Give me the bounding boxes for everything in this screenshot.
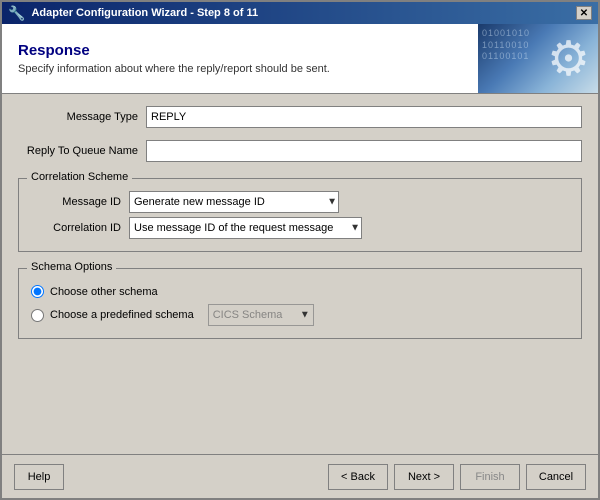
correlation-scheme-group: Correlation Scheme Message ID Generate n… xyxy=(18,178,582,252)
help-button[interactable]: Help xyxy=(14,464,64,490)
gear-icon: ⚙ xyxy=(547,31,590,87)
message-type-row: Message Type xyxy=(18,106,582,128)
correlation-id-label: Correlation ID xyxy=(31,222,121,234)
finish-button[interactable]: Finish xyxy=(460,464,520,490)
window-title: Adapter Configuration Wizard - Step 8 of… xyxy=(31,7,258,19)
message-id-label: Message ID xyxy=(31,196,121,208)
schema-dropdown[interactable]: CICS Schema IMS Schema Custom Schema xyxy=(208,304,314,326)
radio-row-2: Choose a predefined schema CICS Schema I… xyxy=(31,304,569,326)
header-area: Response Specify information about where… xyxy=(2,24,598,94)
page-title: Response xyxy=(18,42,462,59)
title-bar: 🔧 Adapter Configuration Wizard - Step 8 … xyxy=(2,2,598,24)
radio-row-1: Choose other schema xyxy=(31,285,569,298)
schema-options-group: Schema Options Choose other schema Choos… xyxy=(18,268,582,339)
message-id-row: Message ID Generate new message ID Use e… xyxy=(31,191,569,213)
schema-options-legend: Schema Options xyxy=(27,261,116,273)
correlation-id-dropdown[interactable]: Use message ID of the request message Us… xyxy=(129,217,362,239)
reply-queue-row: Reply To Queue Name xyxy=(18,140,582,162)
close-button[interactable]: ✕ xyxy=(576,6,592,20)
correlation-id-row: Correlation ID Use message ID of the req… xyxy=(31,217,569,239)
cancel-button[interactable]: Cancel xyxy=(526,464,586,490)
reply-queue-label: Reply To Queue Name xyxy=(18,145,138,157)
next-button[interactable]: Next > xyxy=(394,464,454,490)
back-button[interactable]: < Back xyxy=(328,464,388,490)
message-type-input[interactable] xyxy=(146,106,582,128)
radio-choose-other-label[interactable]: Choose other schema xyxy=(50,286,158,298)
message-type-label: Message Type xyxy=(18,111,138,123)
radio-choose-other[interactable] xyxy=(31,285,44,298)
footer: Help < Back Next > Finish Cancel xyxy=(2,454,598,498)
message-id-dropdown[interactable]: Generate new message ID Use existing mes… xyxy=(129,191,339,213)
main-window: 🔧 Adapter Configuration Wizard - Step 8 … xyxy=(0,0,600,500)
radio-predefined[interactable] xyxy=(31,309,44,322)
page-subtitle: Specify information about where the repl… xyxy=(18,63,462,75)
window-icon: 🔧 xyxy=(8,5,25,22)
header-image: 010010101011001001100101 ⚙ xyxy=(478,24,598,93)
content-area: Message Type Reply To Queue Name Correla… xyxy=(2,94,598,454)
correlation-scheme-legend: Correlation Scheme xyxy=(27,171,132,183)
reply-queue-input[interactable] xyxy=(146,140,582,162)
radio-predefined-label[interactable]: Choose a predefined schema xyxy=(50,309,194,321)
